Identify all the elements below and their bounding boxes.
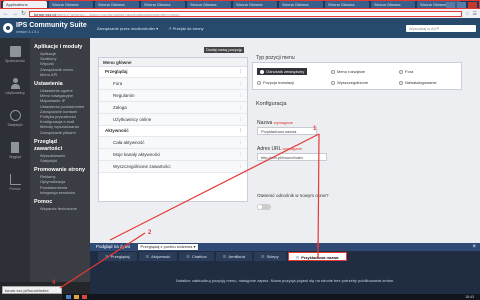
annotation-number: 1 [313, 126, 317, 132]
annotation-number: 3 [316, 243, 320, 249]
annotation-arrow [59, 232, 146, 289]
annotation-number: 4 [52, 280, 56, 286]
annotation-overlay [59, 133, 320, 289]
annotation-number: 2 [148, 230, 152, 236]
annotation-arrow [317, 133, 320, 259]
annotation-arrow [109, 133, 320, 241]
